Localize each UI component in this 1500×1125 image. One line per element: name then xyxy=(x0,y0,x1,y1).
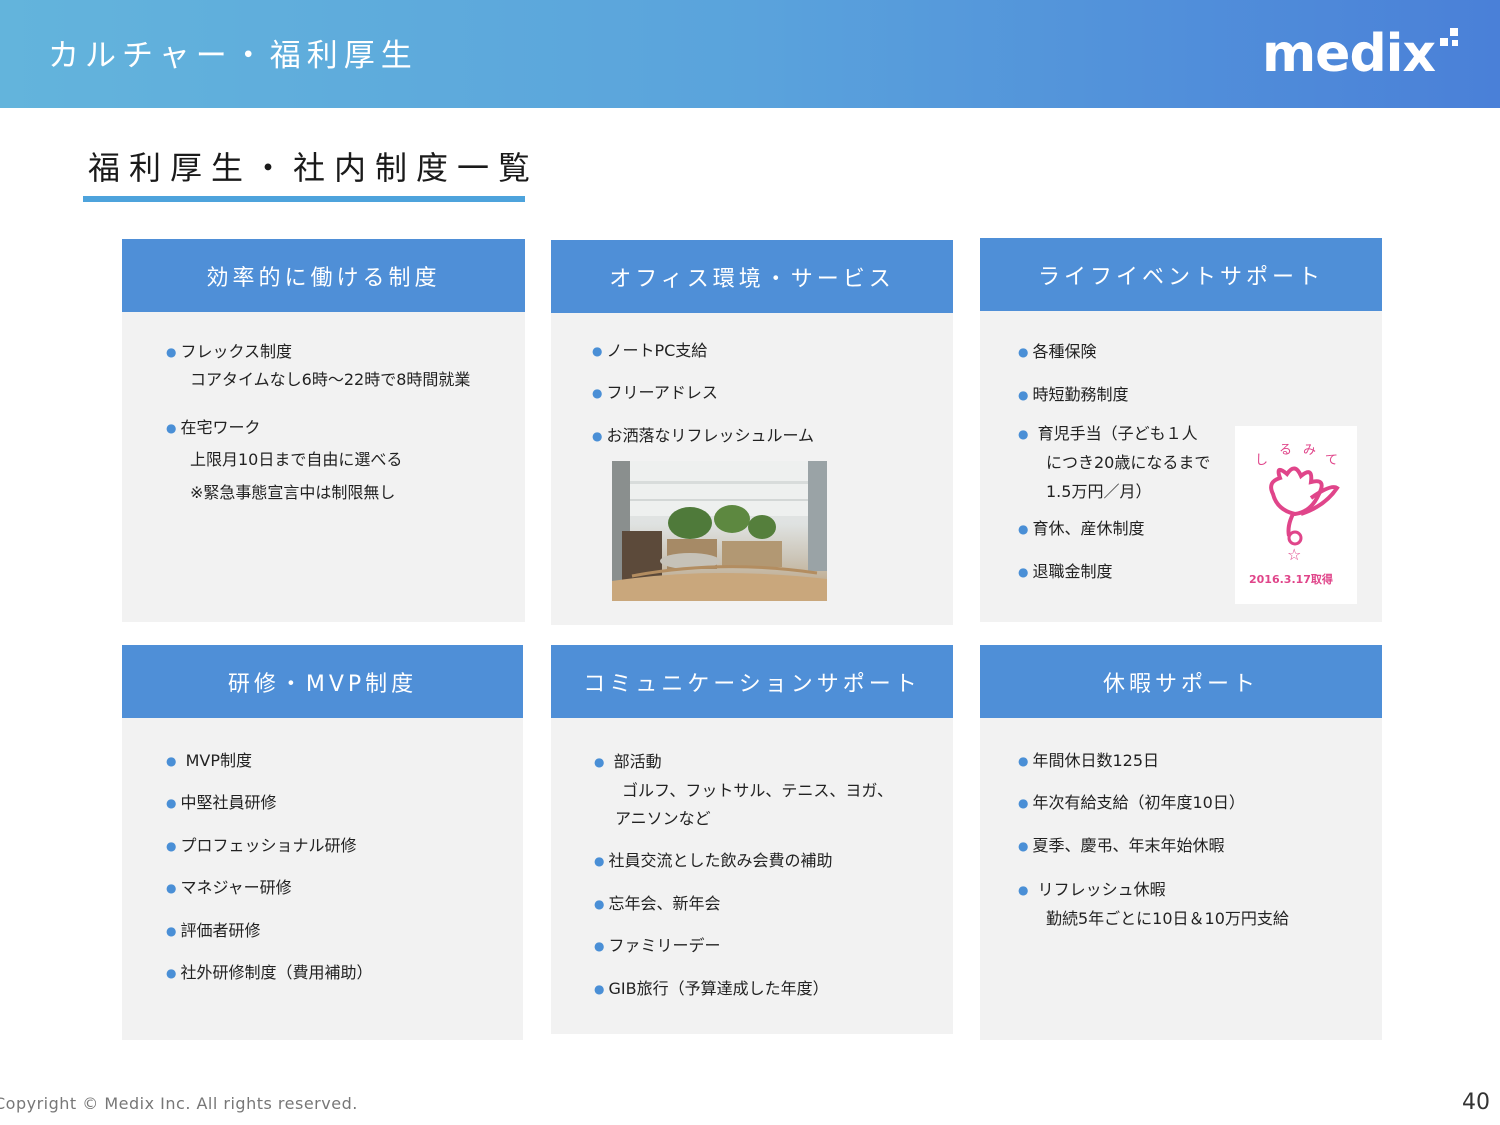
svg-text:☆: ☆ xyxy=(1287,545,1301,564)
bullet-icon: ● xyxy=(594,897,605,911)
bullet-icon: ● xyxy=(1018,345,1029,359)
item-detail: 1.5万円／月） xyxy=(1046,482,1152,501)
list-item: ● お洒落なリフレッシュルーム xyxy=(592,426,815,445)
list-item: ● 時短勤務制度 xyxy=(1018,385,1129,404)
logo-pixel xyxy=(1452,40,1458,46)
item-detail: 勤続5年ごとに10日＆10万円支給 xyxy=(1046,909,1289,928)
list-item: ● 各種保険 xyxy=(1018,342,1097,361)
section-title: 福利厚生・社内制度一覧 xyxy=(88,149,540,187)
header-title: カルチャー・福利厚生 xyxy=(48,38,418,74)
bullet-icon: ● xyxy=(166,966,177,980)
bullet-icon: ● xyxy=(1018,522,1029,536)
copyright-text: Copyright © Medix Inc. All rights reserv… xyxy=(0,1094,358,1113)
list-item: ● 社外研修制度（費用補助） xyxy=(166,963,373,982)
card-title: コミュニケーションサポート xyxy=(551,645,953,718)
svg-text:し: し xyxy=(1255,453,1268,468)
card-title: 研修・MVP制度 xyxy=(122,645,523,718)
list-item: ● 忘年会、新年会 xyxy=(594,894,721,913)
svg-text:る: る xyxy=(1279,443,1292,458)
page-number: 40 xyxy=(1462,1090,1490,1115)
item-detail: ゴルフ、フットサル、テニス、ヨガ、 xyxy=(622,781,894,800)
kurumin-certification-badge: し る み て ☆ 2016.3.17取得 xyxy=(1235,426,1357,604)
bullet-icon: ● xyxy=(1018,883,1029,897)
logo-text: medix xyxy=(1262,24,1436,84)
list-item: ● 部活動 xyxy=(594,752,662,771)
list-item: ● プロフェッショナル研修 xyxy=(166,836,357,855)
bullet-icon: ● xyxy=(592,429,603,443)
list-item: ● マネジャー研修 xyxy=(166,878,292,897)
svg-text:て: て xyxy=(1325,453,1338,468)
svg-text:2016.3.17取得: 2016.3.17取得 xyxy=(1249,572,1333,586)
bullet-icon: ● xyxy=(166,754,177,768)
list-item: ● MVP制度 xyxy=(166,751,252,770)
list-item: ● 評価者研修 xyxy=(166,921,261,940)
list-item: ● リフレッシュ休暇 xyxy=(1018,880,1166,899)
item-detail: につき20歳になるまで xyxy=(1046,453,1211,472)
item-detail: アニソンなど xyxy=(615,809,711,828)
list-item: ● 社員交流とした飲み会費の補助 xyxy=(594,851,833,870)
card-title: 効率的に働ける制度 xyxy=(122,239,525,312)
list-item: ● 在宅ワーク xyxy=(166,418,261,437)
refresh-room-photo xyxy=(612,461,827,601)
bullet-icon: ● xyxy=(166,881,177,895)
logo-pixel xyxy=(1440,38,1448,46)
section-underline xyxy=(83,196,525,202)
list-item: ● 年間休日数125日 xyxy=(1018,751,1160,770)
list-item: ● 夏季、慶弔、年末年始休暇 xyxy=(1018,836,1225,855)
bullet-icon: ● xyxy=(166,345,177,359)
bullet-icon: ● xyxy=(166,796,177,810)
bullet-icon: ● xyxy=(592,386,603,400)
list-item: ● フレックス制度 xyxy=(166,342,293,361)
bullet-icon: ● xyxy=(594,982,605,996)
item-detail: コアタイムなし6時～22時で8時間就業 xyxy=(190,370,471,389)
list-item: ● ファミリーデー xyxy=(594,936,721,955)
list-item: ● フリーアドレス xyxy=(592,383,718,402)
logo-pixel xyxy=(1450,28,1458,36)
list-item: ● 中堅社員研修 xyxy=(166,793,277,812)
bullet-icon: ● xyxy=(1018,427,1029,441)
card-title: ライフイベントサポート xyxy=(980,238,1382,311)
bullet-icon: ● xyxy=(594,755,605,769)
bullet-icon: ● xyxy=(594,854,605,868)
bullet-icon: ● xyxy=(1018,796,1029,810)
bullet-icon: ● xyxy=(594,939,605,953)
item-detail: 上限月10日まで自由に選べる xyxy=(190,450,403,469)
list-item: ● ノートPC支給 xyxy=(592,341,708,360)
card-communication: コミュニケーションサポート xyxy=(551,645,953,1034)
card-title: 休暇サポート xyxy=(980,645,1382,718)
bullet-icon: ● xyxy=(1018,565,1029,579)
header-bar: カルチャー・福利厚生 medix xyxy=(0,0,1500,108)
bullet-icon: ● xyxy=(1018,839,1029,853)
bullet-icon: ● xyxy=(1018,754,1029,768)
item-detail: ※緊急事態宣言中は制限無し xyxy=(190,483,396,502)
medix-logo: medix xyxy=(1262,24,1467,88)
bullet-icon: ● xyxy=(166,924,177,938)
card-title: オフィス環境・サービス xyxy=(551,240,953,313)
list-item: ● 育児手当（子ども１人 xyxy=(1018,424,1198,443)
list-item: ● GIB旅行（予算達成した年度） xyxy=(594,979,829,998)
bullet-icon: ● xyxy=(166,421,177,435)
bullet-icon: ● xyxy=(592,344,603,358)
bullet-icon: ● xyxy=(1018,388,1029,402)
bullet-icon: ● xyxy=(166,839,177,853)
list-item: ● 年次有給支給（初年度10日） xyxy=(1018,793,1245,812)
svg-text:み: み xyxy=(1303,443,1316,458)
list-item: ● 退職金制度 xyxy=(1018,562,1113,581)
list-item: ● 育休、産休制度 xyxy=(1018,519,1145,538)
